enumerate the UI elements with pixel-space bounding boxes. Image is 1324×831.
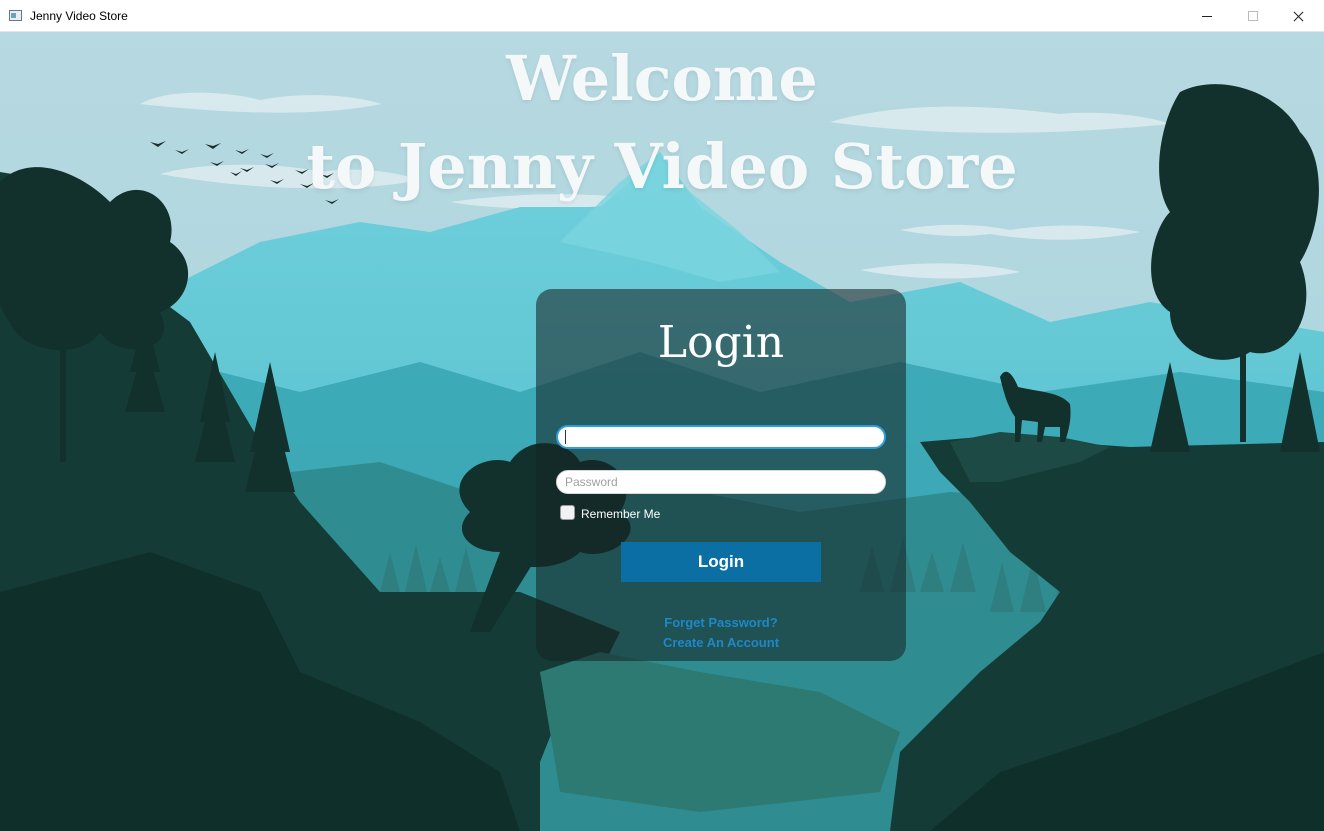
login-button[interactable]: Login [621, 542, 821, 582]
store-heading: to Jenny Video Store [306, 130, 1018, 203]
app-icon [9, 10, 22, 21]
password-placeholder: Password [565, 475, 618, 489]
forgot-password-link[interactable]: Forget Password? [536, 615, 906, 630]
minimize-button[interactable] [1184, 0, 1230, 32]
password-input[interactable]: Password [556, 470, 886, 494]
welcome-heading: Welcome [506, 42, 818, 115]
create-account-link[interactable]: Create An Account [536, 635, 906, 650]
username-input[interactable] [556, 425, 886, 449]
text-caret [565, 430, 566, 444]
login-title: Login [657, 317, 785, 368]
window-title: Jenny Video Store [30, 9, 128, 23]
remember-me-checkbox[interactable] [560, 505, 575, 520]
login-panel: Login Password Remember Me Login Forget … [536, 289, 906, 661]
maximize-button[interactable] [1230, 0, 1276, 32]
app-window: Jenny Video Store Welcome to Jenny Video… [0, 0, 1324, 831]
title-bar: Jenny Video Store [0, 0, 1324, 32]
remember-me-label: Remember Me [581, 507, 661, 521]
close-button[interactable] [1276, 0, 1322, 32]
